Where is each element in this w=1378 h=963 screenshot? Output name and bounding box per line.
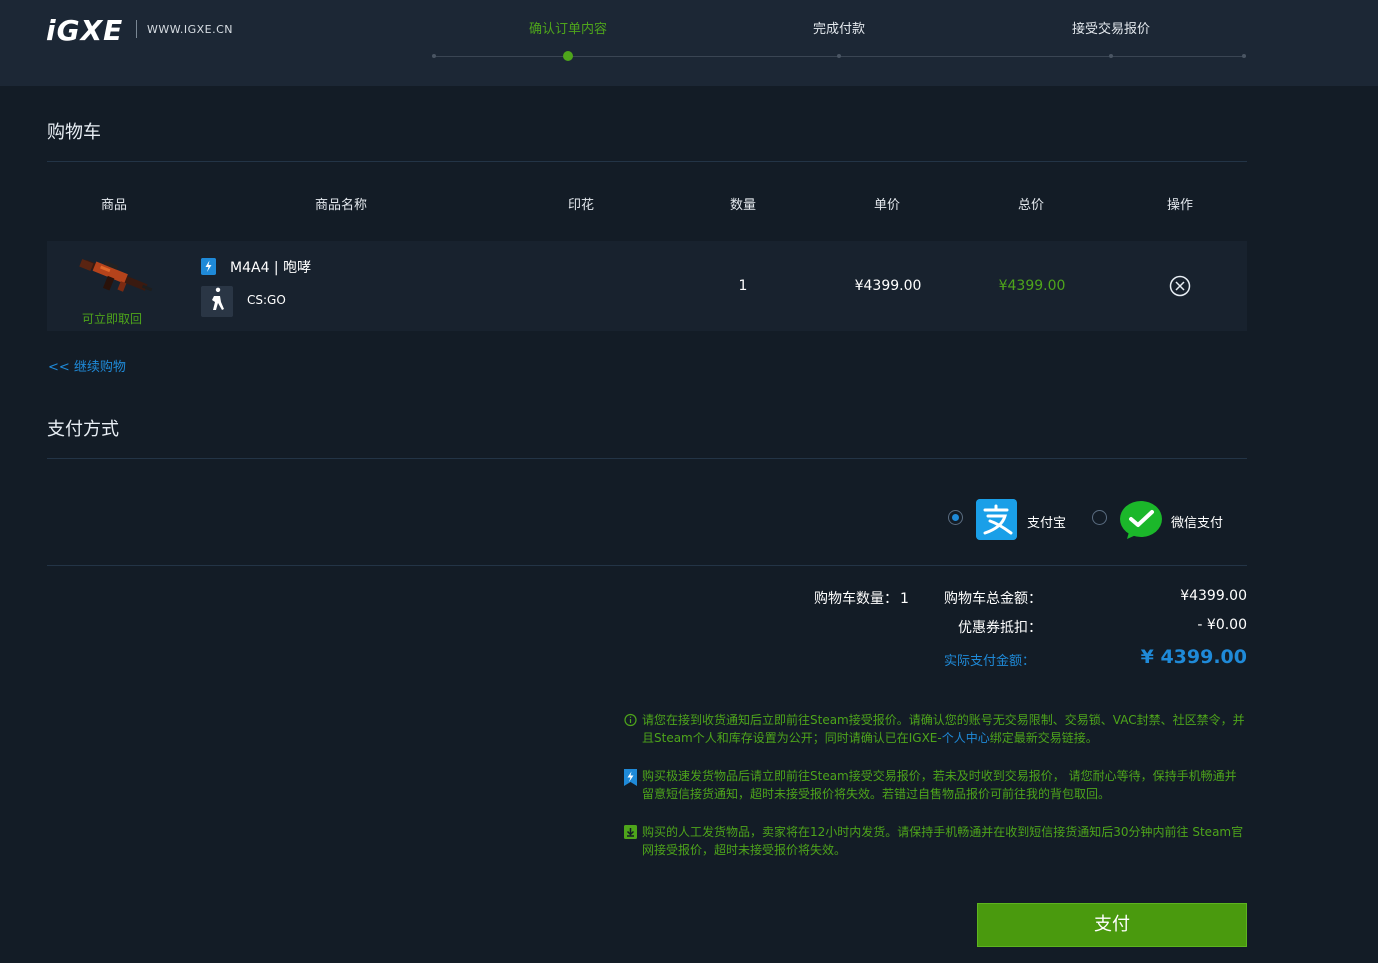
wechat-icon[interactable] (1119, 500, 1163, 540)
notice-steam-offer: 请您在接到收货通知后立即前往Steam接受报价。请确认您的账号无交易限制、交易锁… (642, 711, 1248, 747)
fast-delivery-notice-icon (624, 769, 637, 786)
progress-end-dot (1242, 54, 1246, 58)
info-icon (624, 713, 637, 727)
wechat-radio[interactable] (1092, 510, 1107, 525)
unit-price-value: ¥4399.00 (854, 278, 922, 294)
payment-title: 支付方式 (47, 419, 119, 440)
col-quantity: 数量 (729, 198, 757, 213)
m4a4-weapon-image[interactable] (78, 254, 154, 300)
cart-title: 购物车 (47, 122, 101, 143)
coupon-label: 优惠券抵扣： (958, 620, 1042, 636)
col-sticker: 印花 (567, 198, 595, 213)
csgo-game-icon (201, 286, 233, 317)
notice-1-tail: 绑定最新交易链接。 (989, 731, 1098, 745)
alipay-radio[interactable] (948, 510, 963, 525)
step-3-dot (1109, 54, 1113, 58)
col-action: 操作 (1166, 198, 1194, 213)
remove-item-icon[interactable] (1169, 275, 1191, 297)
cart-divider (47, 161, 1247, 162)
step-accept-offer: 接受交易报价 (1071, 22, 1151, 37)
site-domain[interactable]: WWW.IGXE.CN (147, 23, 233, 36)
notice-manual-delivery: 购买的人工发货物品，卖家将在12小时内发货。请保持手机畅通并在收到短信接货通知后… (642, 825, 1244, 857)
col-product-name: 商品名称 (314, 198, 368, 213)
personal-center-link[interactable]: 个人中心 (942, 731, 990, 745)
actual-payment-label: 实际支付金额： (944, 654, 1036, 669)
progress-start-dot (432, 54, 436, 58)
step-confirm-order: 确认订单内容 (528, 22, 608, 37)
col-unit-price: 单价 (873, 198, 901, 213)
step-complete-payment: 完成付款 (812, 22, 866, 37)
alipay-icon[interactable] (976, 499, 1017, 540)
total-price-value: ¥4399.00 (998, 278, 1066, 294)
continue-shopping-link[interactable]: << 继续购物 (48, 356, 126, 375)
cart-total-label: 购物车总金额： (944, 591, 1042, 607)
cart-count-value: 1 (900, 591, 909, 607)
step-1-dot (563, 51, 573, 61)
logo-separator (136, 20, 137, 38)
quantity-value: 1 (738, 278, 748, 294)
alipay-label[interactable]: 支付宝 (1027, 512, 1066, 531)
cart-total-value: ¥4399.00 (1180, 588, 1247, 604)
top-header: iGXE WWW.IGXE.CN 确认订单内容 完成付款 接受交易报价 (0, 0, 1378, 86)
col-total-price: 总价 (1017, 198, 1045, 213)
actual-payment-value: ¥ 4399.00 (1140, 646, 1247, 668)
col-product: 商品 (100, 198, 128, 213)
fast-delivery-icon (201, 258, 216, 275)
manual-delivery-icon (624, 825, 637, 839)
step-2-dot (837, 54, 841, 58)
pay-button[interactable]: 支付 (977, 903, 1247, 947)
game-name: CS:GO (247, 293, 286, 307)
retrieve-status: 可立即取回 (82, 312, 143, 326)
cart-count-label-text: 购物车数量： (814, 591, 898, 607)
igxe-logo[interactable]: iGXE (46, 14, 123, 47)
wechat-label[interactable]: 微信支付 (1171, 512, 1223, 531)
notice-fast-delivery: 购买极速发货物品后请立即前往Steam接受交易报价，若未及时收到交易报价， 请您… (642, 769, 1237, 801)
summary-divider (47, 565, 1247, 566)
coupon-value: - ¥0.00 (1197, 617, 1247, 633)
item-name[interactable]: M4A4 | 咆哮 (230, 257, 311, 277)
cart-count-label: 购物车数量： 1 (814, 588, 909, 608)
payment-divider (47, 458, 1247, 459)
